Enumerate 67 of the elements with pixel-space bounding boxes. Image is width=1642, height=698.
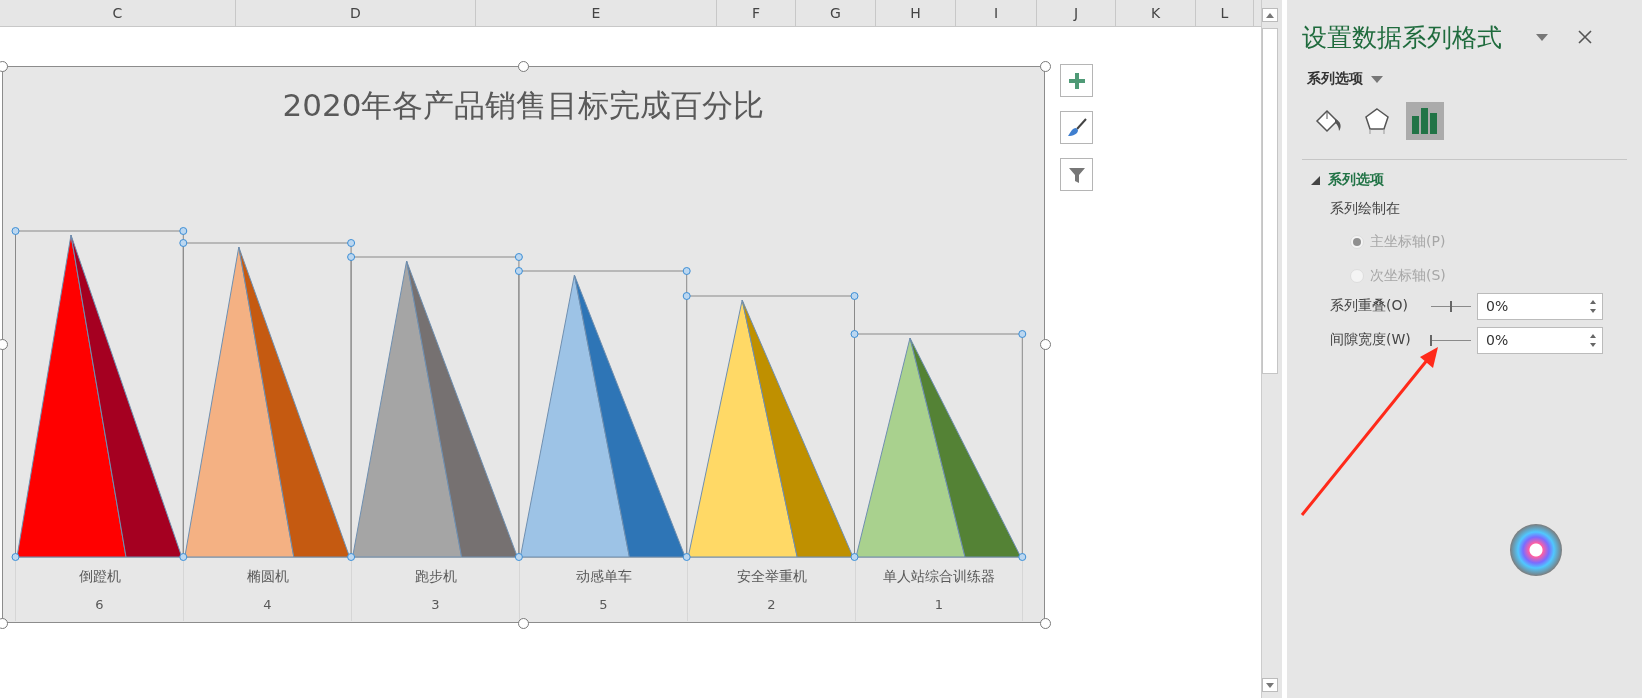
filter-icon: [1067, 165, 1086, 184]
pyramid-column[interactable]: [850, 330, 1027, 561]
category-number: 2: [687, 593, 855, 621]
spin-down-icon[interactable]: [1590, 342, 1596, 347]
radio-label: 主坐标轴(P): [1370, 233, 1446, 251]
column-header[interactable]: E: [476, 0, 717, 26]
column-header[interactable]: J: [1037, 0, 1116, 26]
resize-handle[interactable]: [0, 60, 8, 72]
plus-icon: [1068, 72, 1085, 89]
spin-field[interactable]: 0%: [1477, 292, 1603, 320]
column-header[interactable]: H: [876, 0, 956, 26]
pentagon-icon: [1364, 107, 1390, 135]
category-label: 安全举重机: [687, 561, 855, 593]
category-label: 动感单车: [519, 561, 687, 593]
column-header[interactable]: I: [956, 0, 1037, 26]
setting-label: 间隙宽度(W): [1330, 331, 1412, 349]
category-label: 椭圆机: [183, 561, 351, 593]
resize-handle[interactable]: [0, 339, 8, 350]
resize-handle[interactable]: [0, 617, 8, 629]
down-arrow-icon: [1265, 682, 1274, 688]
pyramid-column[interactable]: [179, 239, 356, 561]
spin-down-icon[interactable]: [1590, 308, 1596, 313]
slider[interactable]: [1431, 334, 1471, 346]
category-number: 6: [15, 593, 183, 621]
paint-bucket-icon: [1315, 107, 1343, 135]
column-header[interactable]: G: [796, 0, 876, 26]
column-header[interactable]: D: [236, 0, 476, 26]
spin-field[interactable]: 0%: [1477, 326, 1603, 354]
resize-handle[interactable]: [1039, 60, 1051, 72]
assistant-orb-icon[interactable]: [1510, 524, 1562, 576]
category-number: 4: [183, 593, 351, 621]
category-number: 1: [855, 593, 1023, 621]
panel-title: 设置数据系列格式: [1302, 21, 1502, 54]
chart-filters-button[interactable]: [1060, 158, 1093, 191]
spin-up-icon[interactable]: [1590, 333, 1596, 338]
plot-on-label: 系列绘制在: [1330, 200, 1401, 218]
up-arrow-icon: [1265, 12, 1274, 18]
category-label: 单人站综合训练器: [855, 561, 1023, 593]
resize-handle[interactable]: [1039, 339, 1051, 350]
chart-elements-button[interactable]: [1060, 64, 1093, 97]
pyramid-column[interactable]: [11, 227, 188, 561]
spin-up-icon[interactable]: [1590, 299, 1596, 304]
options-dropdown[interactable]: 系列选项: [1307, 70, 1383, 88]
chart-styles-button[interactable]: [1060, 111, 1093, 144]
resize-handle[interactable]: [1039, 617, 1051, 629]
radio-label: 次坐标轴(S): [1370, 267, 1446, 285]
column-header[interactable]: L: [1196, 0, 1254, 26]
category-label: 倒蹬机: [15, 561, 183, 593]
column-header[interactable]: K: [1116, 0, 1196, 26]
caret-icon: [1371, 75, 1383, 83]
caret-icon: [1536, 33, 1548, 41]
pyramid-column[interactable]: [514, 267, 691, 561]
brush-icon: [1066, 117, 1087, 138]
section-header[interactable]: 系列选项: [1311, 171, 1384, 189]
setting-label: 系列重叠(O): [1330, 297, 1409, 315]
close-button[interactable]: [1576, 28, 1594, 46]
category-label: 跑步机: [351, 561, 519, 593]
pyramid-column[interactable]: [347, 253, 523, 561]
column-header[interactable]: F: [717, 0, 796, 26]
chart-title: 2020年各产品销售目标完成百分比: [281, 86, 766, 125]
category-number: 3: [351, 593, 519, 621]
column-header[interactable]: C: [0, 0, 236, 26]
slider[interactable]: [1431, 300, 1471, 312]
resize-handle[interactable]: [518, 60, 529, 72]
close-icon: [1576, 28, 1594, 46]
resize-handle[interactable]: [518, 617, 529, 629]
bar-chart-icon: [1412, 108, 1438, 134]
